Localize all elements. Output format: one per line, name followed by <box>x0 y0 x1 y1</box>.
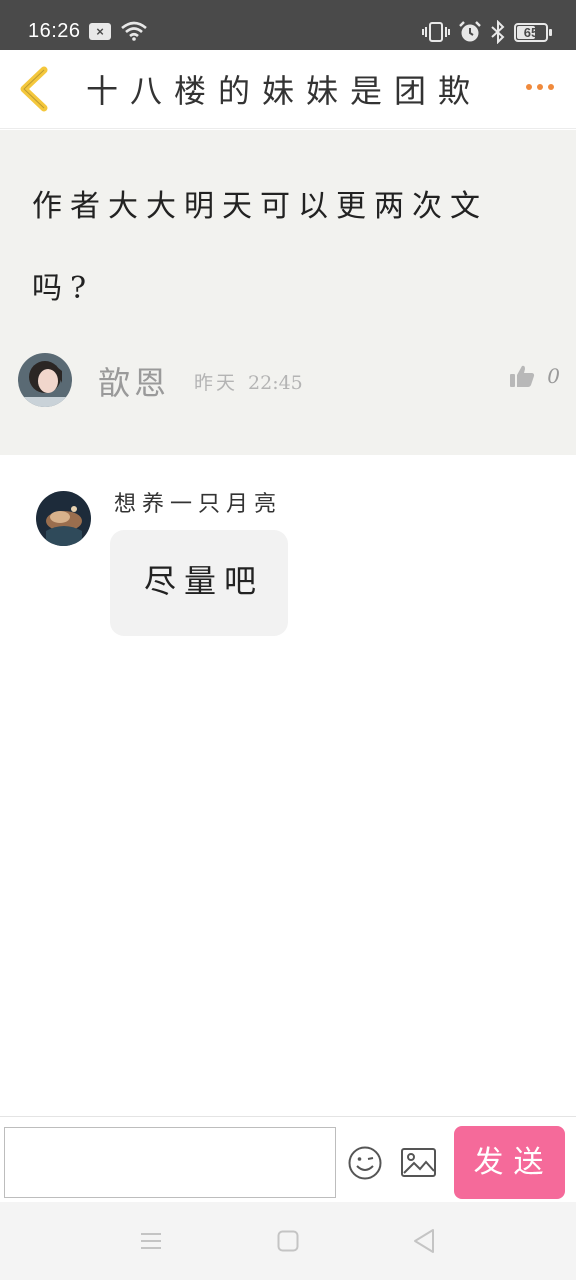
page-title: 十八楼的妹妹是团欺 <box>86 72 483 110</box>
like-button[interactable]: 0 <box>509 364 560 388</box>
avatar-image <box>18 353 72 407</box>
post-author-name[interactable]: 歆恩 <box>98 358 170 404</box>
reply-bubble: 尽量吧 <box>110 530 288 636</box>
avatar-image <box>36 491 91 546</box>
status-bar: 16:26 × 65 <box>0 0 576 50</box>
alarm-icon <box>459 21 481 42</box>
post-date: 昨天 <box>194 372 239 394</box>
battery-level: 65 <box>523 24 539 40</box>
post-timestamp: 昨天 22:45 <box>194 368 303 395</box>
more-dots-icon <box>526 84 532 90</box>
wifi-icon <box>121 21 147 41</box>
nav-menu-button[interactable] <box>140 1230 162 1252</box>
smiley-icon <box>348 1146 382 1180</box>
battery-icon: 65 <box>514 22 552 42</box>
reply-author-name[interactable]: 想养一只月亮 <box>114 486 282 518</box>
chevron-left-icon <box>20 66 48 112</box>
header: 十八楼的妹妹是团欺 <box>0 50 576 129</box>
nav-back-button[interactable] <box>412 1228 436 1254</box>
thumbs-up-icon <box>510 365 535 387</box>
image-button[interactable] <box>400 1146 437 1179</box>
more-options-button[interactable] <box>526 84 554 90</box>
emoji-button[interactable] <box>347 1145 383 1181</box>
notification-icon: × <box>89 22 111 40</box>
chat-screen: 16:26 × 65 十八楼的妹妹是团欺 作者大大明天可以更两次文吗? 歆恩 昨… <box>0 0 576 1280</box>
comment-input[interactable] <box>4 1127 336 1198</box>
post-time: 22:45 <box>248 372 303 394</box>
post-content: 作者大大明天可以更两次文吗? <box>32 189 488 306</box>
post-author-avatar[interactable] <box>18 353 72 407</box>
status-time: 16:26 <box>28 20 81 42</box>
bluetooth-icon <box>491 20 505 44</box>
send-button[interactable]: 发送 <box>454 1126 565 1199</box>
main-post: 作者大大明天可以更两次文吗? 歆恩 昨天 22:45 0 <box>0 130 576 455</box>
comment-input-bar: 发送 <box>0 1116 576 1202</box>
home-icon <box>277 1230 299 1252</box>
like-count: 0 <box>547 364 560 388</box>
vibrate-icon <box>422 22 450 42</box>
system-nav-bar <box>0 1202 576 1280</box>
nav-home-button[interactable] <box>277 1230 299 1252</box>
back-triangle-icon <box>414 1229 434 1253</box>
reply-author-avatar[interactable] <box>36 491 91 546</box>
back-button[interactable] <box>14 64 54 114</box>
image-icon <box>401 1148 436 1177</box>
reply-text: 尽量吧 <box>144 562 265 600</box>
menu-icon <box>141 1233 161 1249</box>
